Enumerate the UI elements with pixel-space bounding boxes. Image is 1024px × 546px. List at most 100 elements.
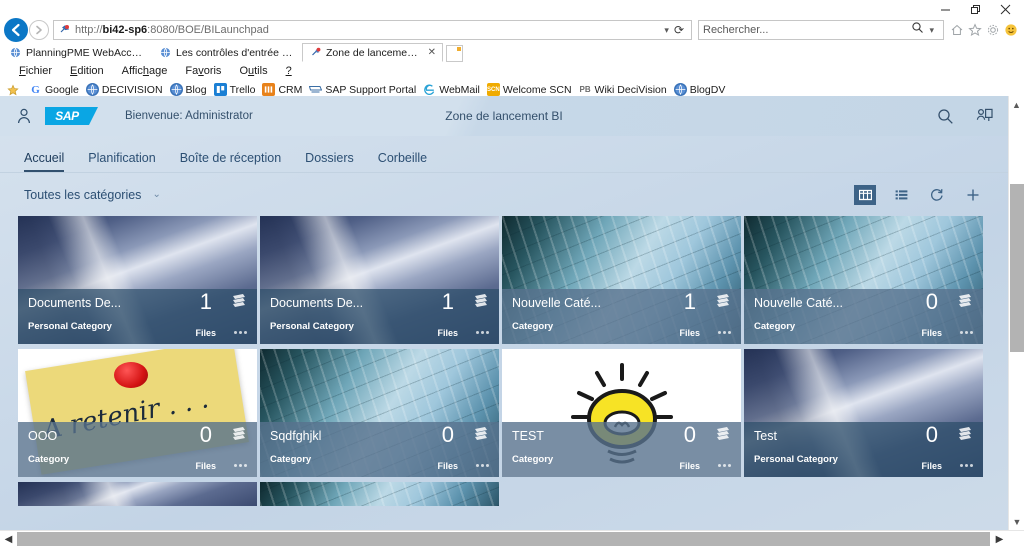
tile-card[interactable]: Test Personal Category 0 Files: [744, 349, 983, 477]
tile-card[interactable]: [260, 482, 499, 506]
more-options-icon[interactable]: [960, 331, 973, 334]
horizontal-scrollbar[interactable]: ◀ ▶: [0, 530, 1024, 546]
layers-icon: [713, 426, 733, 444]
close-button[interactable]: [990, 0, 1020, 18]
tile-title: Sqdfghjkl: [270, 429, 489, 444]
menu-favoris[interactable]: Favoris: [176, 65, 230, 77]
search-dropdown-icon[interactable]: ▾: [924, 25, 939, 36]
search-icon[interactable]: [937, 108, 954, 125]
menu-help[interactable]: ?: [277, 65, 301, 77]
tile-card[interactable]: Documents De... Personal Category 1 File…: [260, 216, 499, 344]
google-icon: G: [29, 83, 42, 96]
search-input[interactable]: Rechercher...: [703, 24, 911, 36]
bookmark-google[interactable]: G Google: [29, 83, 79, 96]
tile-artwork-books: [18, 482, 257, 506]
chevron-right-icon[interactable]: ▶: [991, 531, 1008, 546]
tile-card[interactable]: Nouvelle Caté... Category 0 Files: [744, 216, 983, 344]
more-options-icon[interactable]: [234, 331, 247, 334]
more-options-icon[interactable]: [718, 331, 731, 334]
browser-tab-bilaunchpad[interactable]: Zone de lancement BI nouv... ✕: [302, 43, 443, 62]
layers-icon: [471, 426, 491, 444]
url-text: http://bi42-sp6:8080/BOE/BILaunchpad: [75, 24, 659, 36]
tile-card[interactable]: Nouvelle Caté... Category 1 Files: [502, 216, 741, 344]
forward-arrow-icon[interactable]: [29, 20, 49, 40]
close-icon[interactable]: ✕: [428, 47, 436, 58]
bookmark-crm[interactable]: CRM: [262, 83, 302, 96]
smiley-icon[interactable]: [1002, 20, 1020, 40]
vertical-scrollbar[interactable]: ▲ ▼: [1008, 96, 1024, 546]
chevron-down-icon[interactable]: ⌄: [152, 189, 160, 200]
more-options-icon[interactable]: [476, 331, 489, 334]
tab-label: PlanningPME WebAccess: [26, 47, 145, 59]
bookmark-sap-support[interactable]: SAP Support Portal: [309, 83, 416, 96]
more-options-icon[interactable]: [960, 464, 973, 467]
tile-title: Documents De...: [270, 296, 489, 311]
chevron-down-icon[interactable]: ▼: [1009, 513, 1024, 530]
chevron-down-icon[interactable]: ▾: [659, 25, 674, 36]
category-filter-label[interactable]: Toutes les catégories: [24, 188, 141, 202]
pb-icon: PB: [579, 83, 592, 96]
bookmark-blogdv[interactable]: BlogDV: [674, 83, 726, 96]
launchpad-header: SAP Bienvenue: Administrator Zone de lan…: [0, 96, 1008, 136]
bookmark-label: Google: [45, 84, 79, 96]
welcome-text: Bienvenue: Administrator: [125, 110, 253, 122]
user-icon[interactable]: [14, 106, 34, 126]
tab-boite-de-reception[interactable]: Boîte de réception: [168, 151, 293, 172]
menu-outils[interactable]: Outils: [230, 65, 276, 77]
scrollbar-thumb[interactable]: [17, 532, 990, 546]
scrollbar-thumb[interactable]: [1010, 184, 1024, 352]
list-view-button[interactable]: [890, 185, 912, 205]
minimize-button[interactable]: [930, 0, 960, 18]
trello-icon: [214, 83, 227, 96]
browser-tab-controles[interactable]: Les contrôles d'entrée en casca...: [152, 43, 302, 62]
tile-overlay: Nouvelle Caté... Category 1 Files: [502, 289, 741, 344]
tile-card[interactable]: A retenir . . . OOO Category 0 Files: [18, 349, 257, 477]
tile-card[interactable]: Sqdfghjkl Category 0 Files: [260, 349, 499, 477]
new-tab-button[interactable]: [446, 45, 463, 62]
favorites-star-icon[interactable]: [966, 20, 984, 40]
bookmark-wiki-decivision[interactable]: PB Wiki DeciVision: [579, 83, 667, 96]
menu-edition[interactable]: Edition: [61, 65, 113, 77]
menu-fichier[interactable]: Fichier: [10, 65, 61, 77]
tile-title: TEST: [512, 429, 731, 444]
bookmark-welcome-scn[interactable]: SCN Welcome SCN: [487, 83, 572, 96]
globe-icon: [86, 83, 99, 96]
bookmark-trello[interactable]: Trello: [214, 83, 256, 96]
browser-tab-planningpme[interactable]: PlanningPME WebAccess: [2, 43, 152, 62]
chevron-up-icon[interactable]: ▲: [1009, 96, 1024, 113]
tab-planification[interactable]: Planification: [76, 151, 167, 172]
tab-label: Les contrôles d'entrée en casca...: [176, 47, 295, 59]
bookmark-webmail[interactable]: WebMail: [423, 83, 480, 96]
restore-button[interactable]: [960, 0, 990, 18]
tile-card[interactable]: [18, 482, 257, 506]
gear-icon[interactable]: [984, 20, 1002, 40]
tile-card[interactable]: TEST Category 0 Files: [502, 349, 741, 477]
back-arrow-icon[interactable]: [4, 18, 28, 42]
browser-window: http://bi42-sp6:8080/BOE/BILaunchpad ▾ ⟳…: [0, 0, 1024, 546]
refresh-button[interactable]: [926, 185, 948, 205]
favorites-star-icon: [6, 83, 19, 96]
address-bar[interactable]: http://bi42-sp6:8080/BOE/BILaunchpad ▾ ⟳: [53, 20, 692, 40]
tile-count: 1: [200, 291, 212, 313]
tile-title: Documents De...: [28, 296, 247, 311]
more-options-icon[interactable]: [476, 464, 489, 467]
more-options-icon[interactable]: [234, 464, 247, 467]
add-button[interactable]: [962, 185, 984, 205]
chevron-left-icon[interactable]: ◀: [0, 531, 17, 546]
bookmark-favorites[interactable]: [6, 83, 22, 96]
bookmark-blog[interactable]: Blog: [170, 83, 207, 96]
tile-view-button[interactable]: [854, 185, 876, 205]
user-settings-icon[interactable]: [976, 107, 994, 125]
tab-corbeille[interactable]: Corbeille: [366, 151, 439, 172]
home-icon[interactable]: [948, 20, 966, 40]
menu-affichage[interactable]: Affichage: [113, 65, 177, 77]
tile-overlay: Documents De... Personal Category 1 File…: [18, 289, 257, 344]
browser-search-bar[interactable]: Rechercher... ▾: [698, 20, 944, 40]
tab-dossiers[interactable]: Dossiers: [293, 151, 366, 172]
tile-card[interactable]: Documents De... Personal Category 1 File…: [18, 216, 257, 344]
tab-accueil[interactable]: Accueil: [18, 151, 76, 172]
refresh-icon[interactable]: ⟳: [674, 23, 688, 37]
more-options-icon[interactable]: [718, 464, 731, 467]
bookmark-decivision[interactable]: DECIVISION: [86, 83, 163, 96]
tab-label: Zone de lancement BI nouv...: [326, 47, 422, 59]
